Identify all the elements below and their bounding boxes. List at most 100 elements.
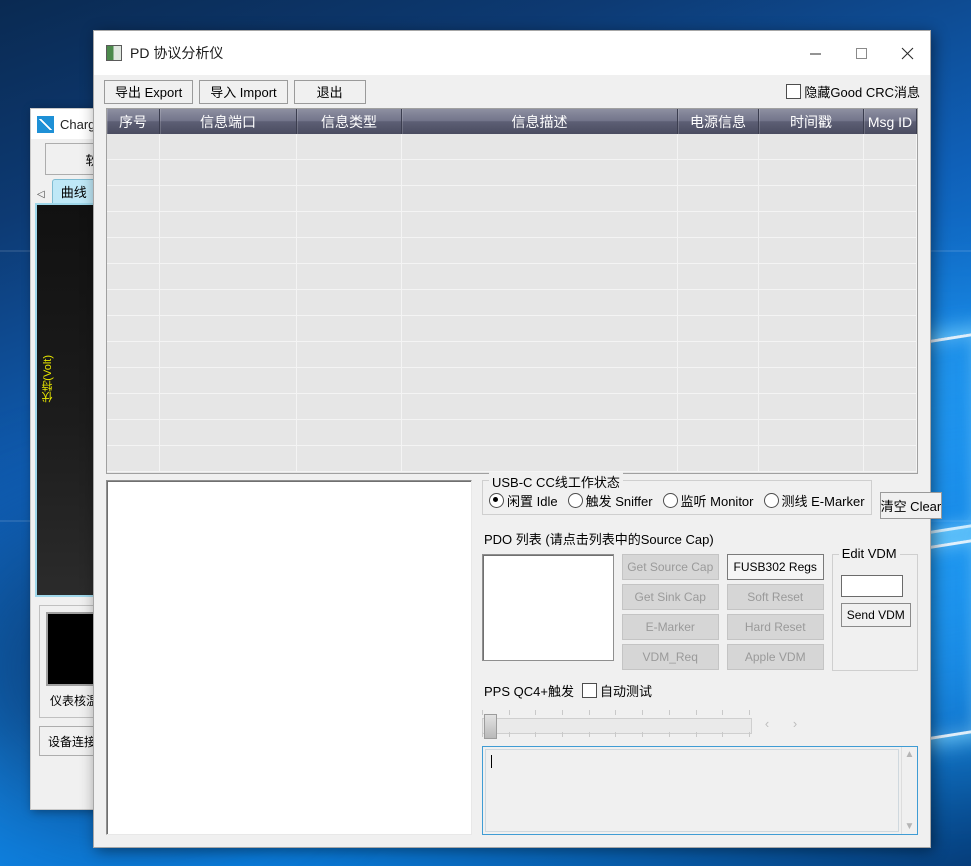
hide-good-crc-checkbox[interactable]: 隐藏Good CRC消息 [786,82,920,101]
table-row[interactable] [107,368,917,394]
message-table[interactable]: 序号信息端口信息类型信息描述电源信息时间戳Msg ID [106,108,918,474]
table-body[interactable] [107,134,917,473]
slider-tick [696,732,697,737]
table-row[interactable] [107,212,917,238]
cc-radio-2[interactable]: 监听 Monitor [663,491,754,510]
slider-prev-button[interactable]: ‹ [756,713,778,733]
tab-curve[interactable]: 曲线 [52,179,96,203]
table-cell [759,394,864,419]
import-button[interactable]: 导入 Import [199,80,287,104]
slider-ticks-top [482,710,750,715]
cc-radio-0[interactable]: 闲置 Idle [489,491,558,510]
scroll-up-icon[interactable]: ▲ [905,749,915,760]
table-cell [107,264,160,289]
table-cell [107,420,160,445]
table-row[interactable] [107,264,917,290]
message-detail-list[interactable] [106,480,472,835]
table-header-6[interactable]: Msg ID [864,109,917,134]
pps-row: PPS QC4+触发 自动测试 [482,675,918,700]
table-cell [759,212,864,237]
table-header-5[interactable]: 时间戳 [759,109,864,134]
exit-button[interactable]: 退出 [294,80,366,104]
log-input-area[interactable] [485,749,899,832]
slider-tick [562,732,563,737]
table-row[interactable] [107,186,917,212]
table-row[interactable] [107,420,917,446]
slider-tick [669,710,670,715]
edit-vdm-group: Edit VDM Send VDM [832,554,918,671]
vdm-input[interactable] [841,575,903,597]
table-cell [160,134,297,159]
table-row[interactable] [107,394,917,420]
pps-label: PPS QC4+触发 [484,681,574,700]
table-cell [402,446,678,471]
command-button-column-1[interactable]: Get Source CapGet Sink CapE-MarkerVDM_Re… [622,554,719,670]
table-cell [759,368,864,393]
slider-tick [509,710,510,715]
slider-tick [615,732,616,737]
pdo-list[interactable] [482,554,614,661]
log-textarea[interactable]: ▲ ▼ [482,746,918,835]
table-row[interactable] [107,134,917,160]
table-cell [297,134,402,159]
scroll-down-icon[interactable]: ▼ [905,821,915,832]
slider-next-button[interactable]: › [784,713,806,733]
table-row[interactable] [107,238,917,264]
table-header-0[interactable]: 序号 [107,109,160,134]
slider-ticks-bottom [482,732,750,737]
cc-state-group: USB-C CC线工作状态 闲置 Idle触发 Sniffer监听 Monito… [482,480,872,515]
close-icon[interactable] [884,31,930,75]
table-cell [160,186,297,211]
command-button-column-2[interactable]: FUSB302 RegsSoft ResetHard ResetApple VD… [727,554,824,670]
table-cell [160,316,297,341]
export-button[interactable]: 导出 Export [104,80,193,104]
table-cell [297,316,402,341]
maximize-icon[interactable] [838,31,884,75]
table-row[interactable] [107,316,917,342]
table-cell [864,212,917,237]
table-cell [107,134,160,159]
command-button-0: Get Source Cap [622,554,719,580]
table-cell [107,160,160,185]
slider-tick [562,710,563,715]
minimize-icon[interactable] [792,31,838,75]
pps-slider-row[interactable]: ‹ › [482,704,918,738]
tab-scroll-left-icon[interactable]: ◁ [35,189,49,203]
clear-button[interactable]: 清空 Clear [880,492,943,519]
slider-tick [749,732,750,737]
send-vdm-button[interactable]: Send VDM [841,603,911,627]
pd-analyzer-window[interactable]: PD 协议分析仪 导出 Export 导入 Import 退出 隐藏Good C… [93,30,931,848]
command-button-0[interactable]: FUSB302 Regs [727,554,824,580]
cc-radio-3[interactable]: 测线 E-Marker [764,491,865,510]
pd-window-titlebar[interactable]: PD 协议分析仪 [94,31,930,75]
cc-radio-label: 测线 E-Marker [782,491,865,510]
table-cell [678,446,759,471]
table-cell [402,212,678,237]
table-row[interactable] [107,160,917,186]
pps-slider[interactable] [482,708,750,738]
pd-toolbar[interactable]: 导出 Export 导入 Import 退出 隐藏Good CRC消息 [94,75,930,108]
table-cell [160,290,297,315]
table-row[interactable] [107,446,917,472]
table-cell [678,264,759,289]
table-cell [678,420,759,445]
table-header-4[interactable]: 电源信息 [678,109,759,134]
slider-tick [749,710,750,715]
log-scrollbar[interactable]: ▲ ▼ [901,747,917,834]
table-header-2[interactable]: 信息类型 [297,109,402,134]
table-row[interactable] [107,342,917,368]
edit-vdm-caption: Edit VDM [839,546,900,561]
cc-radio-1[interactable]: 触发 Sniffer [568,491,653,510]
table-cell [297,290,402,315]
table-row[interactable] [107,290,917,316]
bg-window-title: Charg [60,117,95,132]
table-cell [759,160,864,185]
table-cell [759,290,864,315]
table-header-3[interactable]: 信息描述 [402,109,678,134]
table-header-row: 序号信息端口信息类型信息描述电源信息时间戳Msg ID [107,109,917,134]
table-cell [759,316,864,341]
command-button-3: Apple VDM [727,644,824,670]
auto-test-checkbox[interactable]: 自动测试 [582,681,652,700]
table-header-1[interactable]: 信息端口 [160,109,297,134]
table-cell [678,134,759,159]
